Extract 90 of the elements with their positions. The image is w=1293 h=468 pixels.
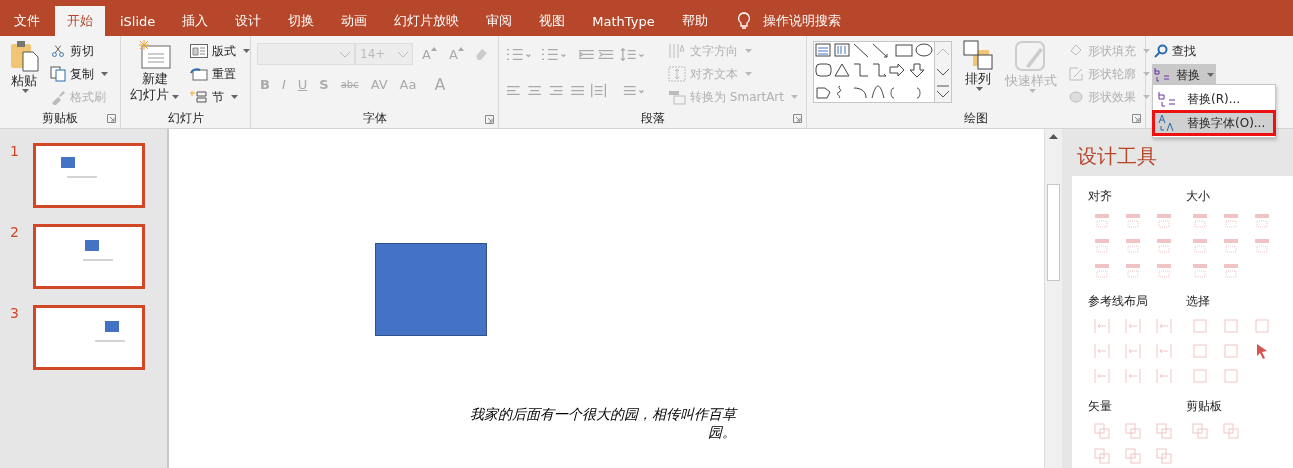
caret-icon [791,95,798,99]
section-label: 对齐 [1088,188,1113,205]
caret-icon [22,89,29,93]
group-label: 剪贴板 [42,109,78,127]
caret-icon [976,87,983,91]
ribbon-tab[interactable]: 动画 [329,6,380,36]
ribbon-tab[interactable]: 插入 [170,6,221,36]
chevron-down-icon [397,50,409,58]
section-button[interactable]: 节 [188,87,252,107]
caret-icon [1029,89,1036,93]
section-label: 参考线布局 [1088,293,1149,310]
menu-item[interactable]: 替换(R)... [1153,87,1275,111]
ribbon-tab[interactable]: 视图 [527,6,578,36]
vertical-scrollbar[interactable] [1044,129,1062,468]
layout-icon [190,44,208,58]
rectangle-shape[interactable] [375,243,487,336]
shape-gallery-drawing[interactable] [814,42,934,102]
brush-icon [50,89,66,105]
slide-number: 3 [10,305,20,321]
slide-number: 2 [10,224,20,240]
caret-icon [231,95,238,99]
scrollbar-thumb[interactable] [1047,184,1060,281]
group-label: 段落 [640,109,665,127]
caret-icon [1143,49,1150,53]
chevron-down-icon [339,50,351,58]
ribbon-tab[interactable]: 设计 [223,6,274,36]
up-caret-icon [430,46,437,51]
replace-icon [1154,67,1172,83]
reset-button[interactable]: 重置 [188,64,252,84]
ribbon-tab[interactable]: iSlide [108,6,168,36]
caret-icon [1143,95,1150,99]
new-slide-button[interactable]: 新建 幻灯片 [127,39,182,103]
slide-thumbnail[interactable] [33,143,145,208]
search-icon [1154,44,1168,58]
scissors-icon [50,43,66,59]
section-label: 大小 [1186,188,1211,205]
caret-icon [1207,73,1214,77]
clipboard-icon [9,40,39,72]
ribbon-tab[interactable]: MathType [580,6,667,36]
slide-thumbnail[interactable] [33,305,145,370]
replace-icon [1157,90,1177,108]
paste-button[interactable]: 粘贴 [6,39,42,94]
ribbon-tab[interactable]: 开始 [55,6,105,36]
caret-icon [101,72,108,76]
caret-icon [172,95,179,99]
lightbulb-icon [736,12,751,30]
slide-text[interactable]: 我家的后面有一个很大的园，相传叫作百草园。 [461,405,736,441]
text-direction-icon [668,43,687,59]
ribbon-tab[interactable]: 幻灯片放映 [382,6,472,36]
caret-icon [243,49,250,53]
find-button[interactable]: 查找 [1152,41,1216,61]
copy-icon [50,66,66,82]
slide-number: 1 [10,143,20,159]
dialog-launcher-icon[interactable] [1132,114,1141,123]
dialog-launcher-icon[interactable] [107,114,116,123]
align-text-icon [668,66,687,82]
caret-icon [1143,72,1150,76]
shape-format-icon [1068,66,1084,82]
ribbon-tab[interactable]: 文件 [2,6,52,36]
tell-me-search[interactable]: 操作说明搜索 [762,6,841,36]
dialog-launcher-icon[interactable] [485,114,494,124]
shape-format-icon [1068,89,1084,105]
group-label: 幻灯片 [167,109,204,127]
copy-button[interactable]: 复制 [48,64,110,84]
ribbon-tab[interactable]: 审阅 [474,6,525,36]
up-caret-icon [457,46,464,51]
smartart-icon [668,89,687,105]
menu-item[interactable]: 替换字体(O)... [1153,111,1275,135]
layout-button[interactable]: 版式 [188,41,252,61]
slide-thumbnail[interactable] [33,224,145,289]
group-label: 字体 [362,109,387,127]
group-label: 绘图 [964,109,988,127]
quick-styles-icon [1014,40,1048,72]
section-label: 矢量 [1088,398,1113,415]
reset-icon [190,67,208,81]
cut-button[interactable]: 剪切 [48,41,110,61]
caret-icon [745,72,753,76]
arrange-icon [963,40,993,70]
arrange-button[interactable]: 排列 [960,39,996,92]
section-label: 选择 [1186,293,1211,310]
section-label: 剪贴板 [1186,398,1223,415]
caret-icon [745,49,753,53]
dialog-launcher-icon[interactable] [793,114,802,123]
ribbon-tab[interactable]: 切换 [276,6,327,36]
new-slide-icon [137,40,172,70]
ribbon-tab[interactable]: 帮助 [669,6,720,36]
pane-title: 设计工具 [1077,144,1157,168]
font-name-field[interactable] [257,43,355,65]
replace-button[interactable]: 替换 [1152,64,1216,86]
section-icon [190,90,208,104]
